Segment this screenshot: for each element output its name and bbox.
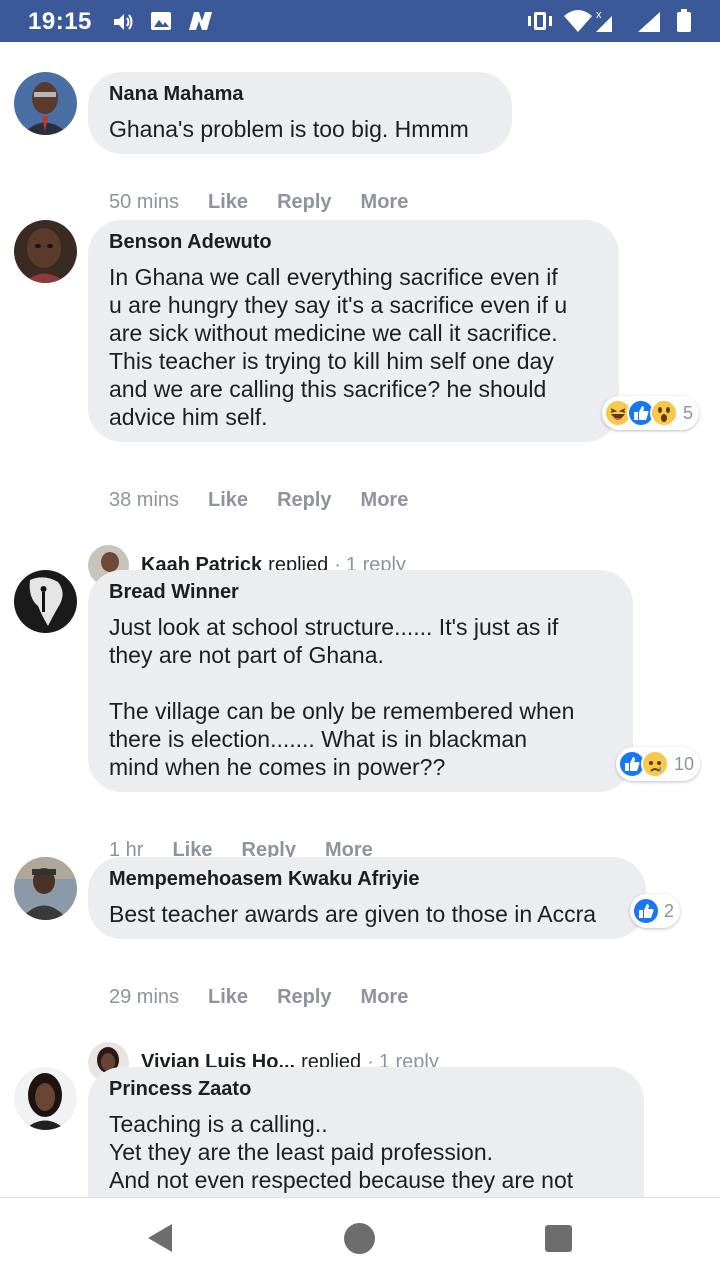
like-button[interactable]: Like [208, 191, 248, 214]
home-icon[interactable] [344, 1223, 375, 1254]
recent-apps-icon[interactable] [545, 1225, 572, 1252]
comment-time[interactable]: 29 mins [109, 986, 179, 1009]
reply-button[interactable]: Reply [277, 986, 331, 1009]
avatar[interactable] [14, 72, 77, 135]
like-reaction-icon [632, 897, 660, 925]
comment-text: Just look at school structure...... It's… [109, 614, 575, 780]
vibrate-icon [528, 12, 552, 30]
comment-time[interactable]: 38 mins [109, 489, 179, 512]
status-bar: 19:15 x [0, 0, 720, 42]
avatar[interactable] [14, 1067, 77, 1130]
clock: 19:15 [28, 8, 92, 35]
comment-author[interactable]: Princess Zaato [109, 1077, 624, 1101]
more-button[interactable]: More [361, 191, 409, 214]
more-button[interactable]: More [361, 986, 409, 1009]
svg-text:x: x [596, 9, 602, 21]
comment-author[interactable]: Nana Mahama [109, 82, 492, 106]
reaction-summary[interactable]: 10 [616, 747, 701, 781]
comment-actions: 38 mins Like Reply More [109, 489, 408, 512]
comment-bubble[interactable]: Nana Mahama Ghana's problem is too big. … [88, 72, 512, 154]
avatar[interactable] [14, 220, 77, 283]
navigation-bar [0, 1197, 720, 1280]
like-button[interactable]: Like [208, 489, 248, 512]
volume-icon [114, 14, 133, 30]
avatar[interactable] [14, 570, 77, 633]
back-icon[interactable] [146, 1222, 174, 1254]
image-icon [151, 12, 171, 30]
reaction-count: 2 [664, 900, 675, 921]
comment-time[interactable]: 50 mins [109, 191, 179, 214]
reaction-summary[interactable]: 5 [602, 396, 700, 430]
comment-author[interactable]: Benson Adewuto [109, 230, 599, 254]
reaction-summary[interactable]: 2 [630, 894, 681, 928]
more-button[interactable]: More [361, 489, 409, 512]
comment-text: Ghana's problem is too big. Hmmm [109, 116, 469, 142]
reply-button[interactable]: Reply [277, 191, 331, 214]
comment-text: Teaching is a calling.. Yet they are the… [109, 1111, 574, 1193]
avatar[interactable] [14, 857, 77, 920]
comment-author[interactable]: Bread Winner [109, 580, 613, 604]
comment-text: Best teacher awards are given to those i… [109, 901, 597, 927]
like-button[interactable]: Like [208, 986, 248, 1009]
comment-author[interactable]: Mempemehoasem Kwaku Afriyie [109, 867, 626, 891]
comment-text: In Ghana we call everything sacrifice ev… [109, 264, 568, 430]
reply-button[interactable]: Reply [277, 489, 331, 512]
reaction-count: 10 [674, 753, 695, 774]
comment-actions: 29 mins Like Reply More [109, 986, 408, 1009]
wow-reaction-icon [650, 399, 678, 427]
battery-icon [677, 9, 691, 32]
comment-bubble[interactable]: Mempemehoasem Kwaku Afriyie Best teacher… [88, 857, 646, 939]
wifi-icon: x [564, 9, 612, 32]
sad-reaction-icon [641, 750, 669, 778]
comments-feed[interactable]: Nana Mahama Ghana's problem is too big. … [0, 42, 720, 1197]
comment-bubble[interactable]: Bread Winner Just look at school structu… [88, 570, 633, 792]
comment-actions: 50 mins Like Reply More [109, 191, 408, 214]
reaction-count: 5 [683, 402, 694, 423]
n-app-icon [189, 12, 212, 30]
comment-bubble[interactable]: Benson Adewuto In Ghana we call everythi… [88, 220, 619, 442]
comment-bubble[interactable]: Princess Zaato Teaching is a calling.. Y… [88, 1067, 644, 1197]
signal-icon [638, 12, 660, 32]
